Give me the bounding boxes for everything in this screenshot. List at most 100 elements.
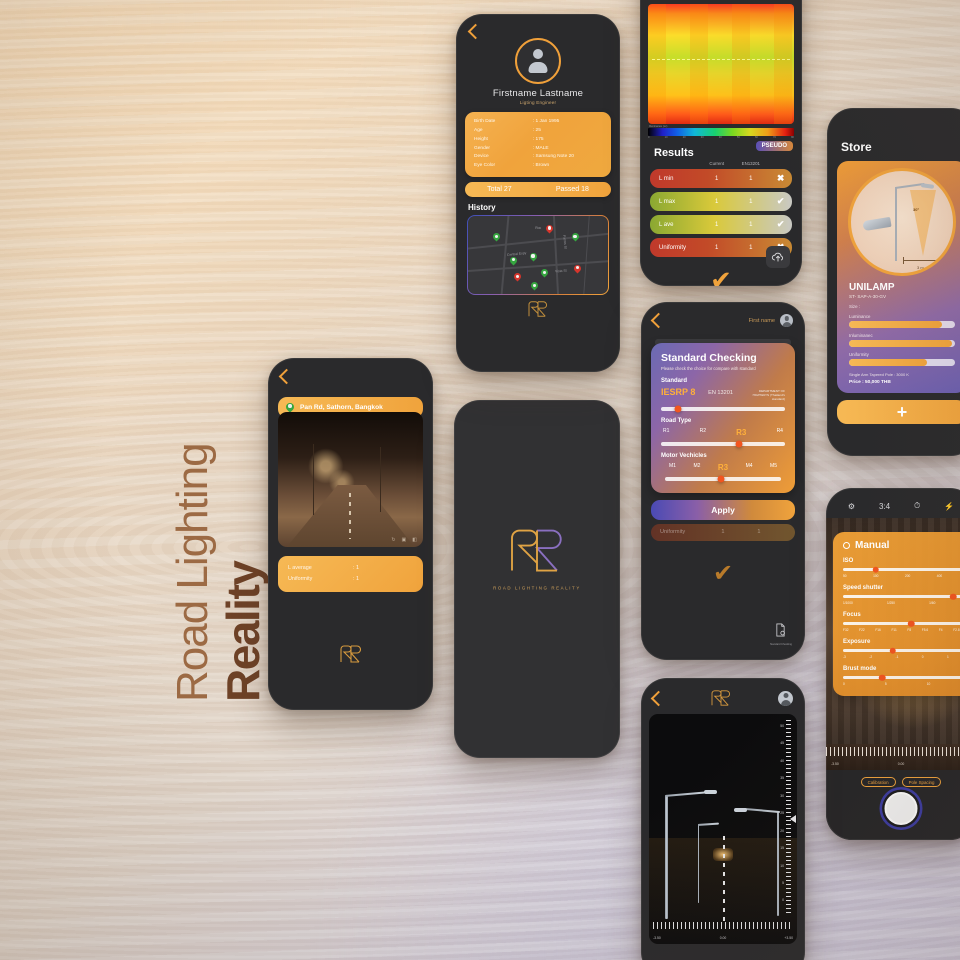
slider-ticks-burst: 05 1015 xyxy=(843,682,931,686)
gear-icon[interactable]: ⚙ xyxy=(848,502,855,511)
timer-icon[interactable]: ⏱ xyxy=(914,501,920,511)
table-row[interactable]: L min 1 1 ✖ xyxy=(650,169,792,188)
measurement-ruler: -3.50 0.00 xyxy=(826,744,960,770)
map-pin-icon[interactable] xyxy=(491,231,502,242)
road-type-r2[interactable]: R2 xyxy=(700,428,706,437)
map-pin-icon[interactable] xyxy=(572,263,583,274)
slider-label-iso: ISO xyxy=(843,558,854,564)
ar-measurement-screen: 50 45 40 35 30 25 20 15 10 5 0 -3.50 0.0… xyxy=(641,678,805,960)
standard-slider[interactable] xyxy=(661,405,785,413)
road-type-r4[interactable]: R4 xyxy=(777,428,783,437)
luminance-heatmap[interactable] xyxy=(648,4,794,124)
confirm-check-icon[interactable]: ✔ xyxy=(641,559,805,588)
slider-knob[interactable] xyxy=(907,620,915,627)
slider-speed-shutter[interactable] xyxy=(843,593,960,600)
streetlight-arm xyxy=(743,807,780,813)
motor-m4[interactable]: M4 xyxy=(746,463,753,472)
flash-off-icon[interactable]: ⚡ xyxy=(944,502,954,511)
table-row[interactable]: L max 1 1 ✔ xyxy=(650,192,792,211)
rlr-logo-icon xyxy=(711,690,730,706)
slider-knob[interactable] xyxy=(735,440,743,448)
back-chevron-icon[interactable] xyxy=(650,690,667,706)
streetlight-arm xyxy=(697,822,719,827)
slider-knob[interactable] xyxy=(872,566,879,573)
check-icon: ✔ xyxy=(776,196,785,206)
slider-ticks-exposure: -3-2 -10 12 xyxy=(843,655,949,659)
standard-option[interactable]: EN 13201 xyxy=(708,387,743,396)
motor-m5[interactable]: M5 xyxy=(770,463,777,472)
map-pin-icon[interactable] xyxy=(508,255,519,266)
standard-option[interactable]: DEPARTMENT OF HIGHWAYS (Thailand's stand… xyxy=(743,387,785,402)
back-chevron-icon[interactable] xyxy=(650,312,667,329)
slider-iso[interactable] xyxy=(843,566,960,573)
slider-burst-mode[interactable] xyxy=(843,674,960,681)
slider-knob[interactable] xyxy=(889,647,897,654)
product-model: ST- SAP-A-30-GV xyxy=(849,294,887,299)
slider-knob[interactable] xyxy=(674,405,682,413)
motor-vehicles-label: Motor Vechicles xyxy=(661,452,707,459)
calibration-chip[interactable]: Calibration xyxy=(860,777,896,788)
user-name-label: First name xyxy=(748,317,775,324)
camera-viewfinder[interactable]: Manual ISO 50100 200400 800 Speed shutte… xyxy=(826,518,960,770)
bar-label-luminance: Luminance xyxy=(849,314,871,319)
apply-button[interactable]: Apply xyxy=(651,499,795,520)
slider-focus[interactable] xyxy=(843,620,960,627)
road-type-r1[interactable]: R1 xyxy=(663,428,669,437)
slider-knob[interactable] xyxy=(879,674,886,681)
location-label: Pan Rd, Sathorn, Bangkok xyxy=(300,404,383,411)
pseudo-badge[interactable]: PSEUDO xyxy=(755,141,793,151)
add-product-button[interactable]: + xyxy=(837,400,960,424)
slider-exposure[interactable] xyxy=(843,647,960,654)
motor-m2[interactable]: M2 xyxy=(693,463,700,472)
user-avatar-icon[interactable] xyxy=(778,690,793,706)
profile-screen: Firstname Lastname Ligting Engineer Birt… xyxy=(456,14,620,372)
map-pin-icon[interactable] xyxy=(528,251,539,262)
slider-knob[interactable] xyxy=(949,593,957,600)
shutter-button-icon[interactable] xyxy=(884,792,918,825)
store-screen: Store 30° 3 m. UNILAMP ST- SAP-A-30-GV S… xyxy=(827,108,960,456)
confirm-check-icon[interactable]: ✔ xyxy=(640,265,802,286)
slider-label-exposure: Exposure xyxy=(843,639,871,645)
history-map[interactable]: Central Expy Farms St Vista St Roc xyxy=(467,215,609,295)
size-label: Size : xyxy=(849,304,860,309)
road-type-r3[interactable]: R3 xyxy=(736,428,746,437)
back-chevron-icon[interactable] xyxy=(278,368,295,385)
pole-spacing-chip[interactable]: Pole Spacing xyxy=(901,777,942,788)
brand-logo-footer xyxy=(456,300,620,323)
progress-bar-uniformity xyxy=(849,359,955,366)
back-chevron-icon[interactable] xyxy=(467,23,484,40)
road-type-label: Road Type xyxy=(661,417,692,424)
vertical-scale: 50 45 40 35 30 25 20 15 10 5 0 xyxy=(777,720,791,914)
motor-slider[interactable] xyxy=(665,475,781,483)
brand-logo-footer xyxy=(268,644,433,669)
camera-footer: Calibration Pole Spacing xyxy=(826,770,960,840)
ar-viewport[interactable]: 50 45 40 35 30 25 20 15 10 5 0 -3.50 0.0… xyxy=(649,714,797,944)
road-type-slider[interactable] xyxy=(661,440,785,448)
map-pin-icon[interactable] xyxy=(570,231,581,242)
standard-option-selected[interactable]: IESRP 8 xyxy=(661,387,708,397)
panel-title: Manual xyxy=(843,540,960,551)
user-avatar-icon[interactable] xyxy=(515,38,561,84)
table-row[interactable]: L ave 1 1 ✔ xyxy=(650,215,792,234)
cloud-upload-icon[interactable] xyxy=(766,246,790,268)
page-title: Store xyxy=(841,140,872,154)
scale-marker-icon xyxy=(790,815,796,824)
center-guide-line xyxy=(723,835,725,924)
photo-tool-icons[interactable]: ↻ ▣ ◧ xyxy=(391,537,417,543)
motor-selected[interactable]: R3 xyxy=(718,463,728,472)
map-pin-icon xyxy=(284,400,296,413)
product-card[interactable]: 30° 3 m. UNILAMP ST- SAP-A-30-GV Size : … xyxy=(837,161,960,393)
aspect-ratio-label[interactable]: 3:4 xyxy=(879,502,890,511)
motor-m1[interactable]: M1 xyxy=(669,463,676,472)
document-icon[interactable]: Standard Checking xyxy=(770,623,792,646)
map-pin-icon[interactable] xyxy=(512,271,523,282)
beam-angle-label: 30° xyxy=(913,207,920,212)
profile-role: Ligting Engineer xyxy=(519,100,557,105)
slider-knob[interactable] xyxy=(717,475,725,483)
user-avatar-icon[interactable] xyxy=(780,314,793,327)
map-pin-icon[interactable] xyxy=(539,267,550,278)
splash-tagline: ROAD LIGHTING REALITY xyxy=(493,585,581,591)
map-pin-icon[interactable] xyxy=(529,281,540,291)
map-pin-icon[interactable] xyxy=(544,223,555,234)
street-photo[interactable]: ↻ ▣ ◧ xyxy=(278,412,423,547)
